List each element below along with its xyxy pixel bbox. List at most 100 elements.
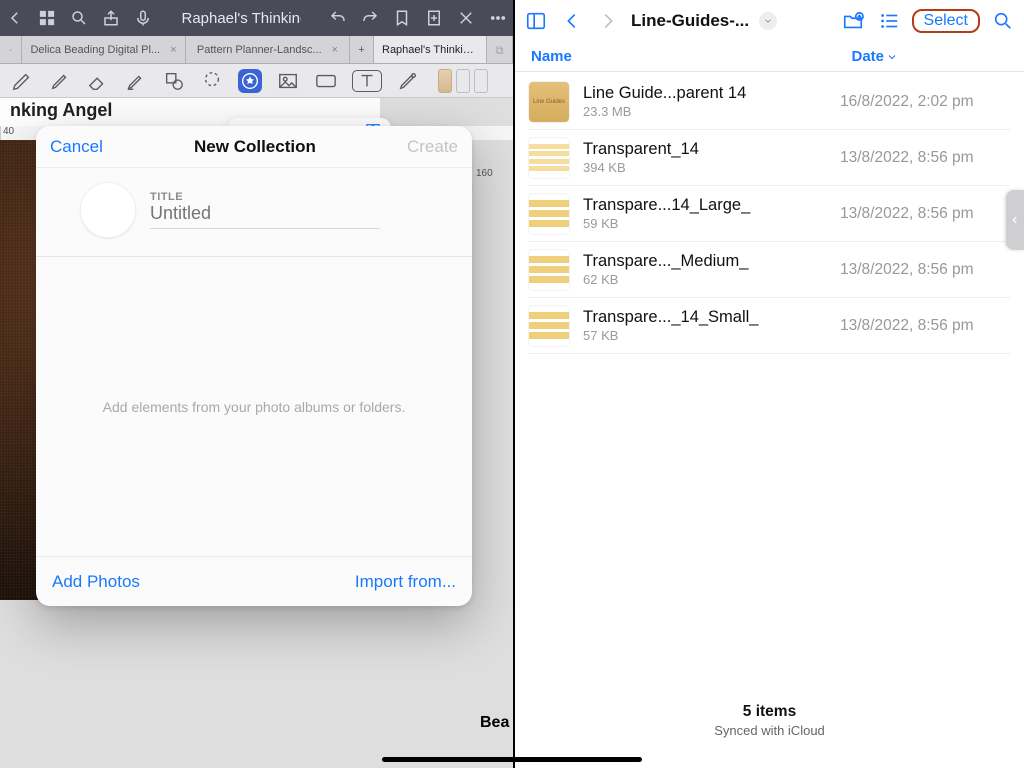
file-name: Transpare..._14_Small_: [583, 308, 840, 327]
document-tabs: Delica Beading Digital Pl...× Pattern Pl…: [0, 36, 513, 64]
file-date: 13/8/2022, 8:56 pm: [840, 205, 1010, 223]
tab-close-icon[interactable]: ×: [332, 44, 338, 56]
folder-menu-icon[interactable]: [759, 12, 777, 30]
template-chip-2[interactable]: [456, 69, 470, 93]
redo-icon[interactable]: [361, 9, 379, 27]
nav-forward-icon: [595, 8, 621, 34]
file-name: Line Guide...parent 14: [583, 84, 840, 103]
files-toolbar: Line-Guides-... Select: [515, 0, 1024, 42]
search-icon[interactable]: [990, 8, 1016, 34]
chevron-down-icon: [886, 51, 898, 63]
ruler-tick: 40: [0, 126, 40, 140]
tab-close-icon[interactable]: ×: [170, 44, 176, 56]
nav-back-icon[interactable]: [559, 8, 585, 34]
modal-footer: Add Photos Import from...: [36, 556, 472, 606]
tab-3-active[interactable]: Raphael's Thinking...: [374, 36, 487, 63]
file-date: 16/8/2022, 2:02 pm: [840, 93, 1010, 111]
document-title-dropdown[interactable]: Raphael's Thinking...: [181, 9, 301, 27]
template-chip-3[interactable]: [474, 69, 488, 93]
elements-icon[interactable]: [238, 69, 262, 93]
bookmark-icon[interactable]: [393, 9, 411, 27]
file-name: Transpare...14_Large_: [583, 196, 840, 215]
files-app-pane: Line-Guides-... Select Name Date Line Gu…: [515, 0, 1024, 768]
tab-overflow[interactable]: [487, 36, 513, 63]
cancel-button[interactable]: Cancel: [50, 137, 103, 157]
file-size: 59 KB: [583, 216, 840, 231]
create-button[interactable]: Create: [407, 137, 458, 157]
file-size: 23.3 MB: [583, 104, 840, 119]
mic-icon[interactable]: [134, 9, 152, 27]
ruler-tick-160: 160: [476, 168, 493, 179]
file-thumbnail: [529, 306, 569, 346]
collection-title-input[interactable]: [150, 203, 350, 224]
sync-status: Synced with iCloud: [515, 723, 1024, 738]
tab-add[interactable]: +: [350, 36, 374, 63]
folder-title[interactable]: Line-Guides-...: [631, 11, 749, 31]
file-date: 13/8/2022, 8:56 pm: [840, 261, 1010, 279]
eraser-icon[interactable]: [86, 69, 110, 93]
add-page-icon[interactable]: [425, 9, 443, 27]
more-icon[interactable]: [489, 9, 507, 27]
document-title-text: Raphael's Thinking...: [181, 10, 301, 27]
file-row[interactable]: Transparent_14394 KB 13/8/2022, 8:56 pm: [529, 130, 1010, 186]
home-indicator[interactable]: [382, 757, 642, 762]
item-count: 5 items: [515, 703, 1024, 721]
shape-icon[interactable]: [162, 69, 186, 93]
modal-header: Cancel New Collection Create: [36, 126, 472, 168]
left-app-pane: Raphael's Thinking... Delica Beading Dig…: [0, 0, 513, 768]
share-icon[interactable]: [102, 9, 120, 27]
column-name[interactable]: Name: [531, 48, 572, 65]
sidebar-toggle-icon[interactable]: [523, 8, 549, 34]
file-row[interactable]: Transpare...14_Large_59 KB 13/8/2022, 8:…: [529, 186, 1010, 242]
select-button[interactable]: Select: [916, 10, 976, 31]
title-field-label: TITLE: [150, 191, 380, 203]
image-icon[interactable]: [276, 69, 300, 93]
files-column-header: Name Date: [515, 42, 1024, 72]
file-row[interactable]: Transpare..._Medium_62 KB 13/8/2022, 8:5…: [529, 242, 1010, 298]
new-folder-icon[interactable]: [840, 8, 866, 34]
template-chip-1[interactable]: [438, 69, 452, 93]
page-template-chips[interactable]: [438, 69, 488, 93]
add-photos-button[interactable]: Add Photos: [52, 572, 140, 592]
file-name: Transpare..._Medium_: [583, 252, 840, 271]
text-box-icon[interactable]: [352, 70, 382, 92]
column-date[interactable]: Date: [851, 48, 898, 65]
new-collection-modal: Cancel New Collection Create TITLE Add e…: [36, 126, 472, 606]
file-row[interactable]: Line Guides Line Guide...parent 1423.3 M…: [529, 74, 1010, 130]
file-name: Transparent_14: [583, 140, 840, 159]
bottom-text-partial: Bea: [480, 714, 509, 732]
file-thumbnail: Line Guides: [529, 82, 569, 122]
file-size: 62 KB: [583, 272, 840, 287]
list-view-icon[interactable]: [876, 8, 902, 34]
file-size: 57 KB: [583, 328, 840, 343]
file-thumbnail: [529, 250, 569, 290]
undo-icon[interactable]: [329, 9, 347, 27]
laser-icon[interactable]: [396, 69, 420, 93]
drawing-toolbar: [0, 64, 513, 98]
files-list[interactable]: Line Guides Line Guide...parent 1423.3 M…: [515, 72, 1024, 693]
pen-fountain-icon[interactable]: [10, 69, 34, 93]
modal-body: Add elements from your photo albums or f…: [36, 257, 472, 556]
tab-1[interactable]: Delica Beading Digital Pl...×: [22, 36, 186, 63]
file-size: 394 KB: [583, 160, 840, 175]
grid-icon[interactable]: [38, 9, 56, 27]
import-from-button[interactable]: Import from...: [355, 572, 456, 592]
lasso-icon[interactable]: [200, 69, 224, 93]
keyboard-icon[interactable]: [314, 69, 338, 93]
close-icon[interactable]: [457, 9, 475, 27]
file-date: 13/8/2022, 8:56 pm: [840, 317, 1010, 335]
empty-state-hint: Add elements from your photo albums or f…: [103, 399, 406, 415]
file-row[interactable]: Transpare..._14_Small_57 KB 13/8/2022, 8…: [529, 298, 1010, 354]
pen-ball-icon[interactable]: [48, 69, 72, 93]
tab-expand[interactable]: [0, 36, 22, 63]
file-thumbnail: [529, 194, 569, 234]
collection-thumbnail-placeholder[interactable]: [80, 182, 136, 238]
slide-over-grabber[interactable]: [1006, 190, 1024, 250]
tab-2[interactable]: Pattern Planner-Landsc...×: [186, 36, 350, 63]
highlighter-icon[interactable]: [124, 69, 148, 93]
back-icon[interactable]: [6, 9, 24, 27]
collection-title-row: TITLE: [36, 168, 472, 257]
select-button-highlight: Select: [912, 9, 980, 33]
modal-title: New Collection: [194, 137, 316, 157]
search-icon[interactable]: [70, 9, 88, 27]
